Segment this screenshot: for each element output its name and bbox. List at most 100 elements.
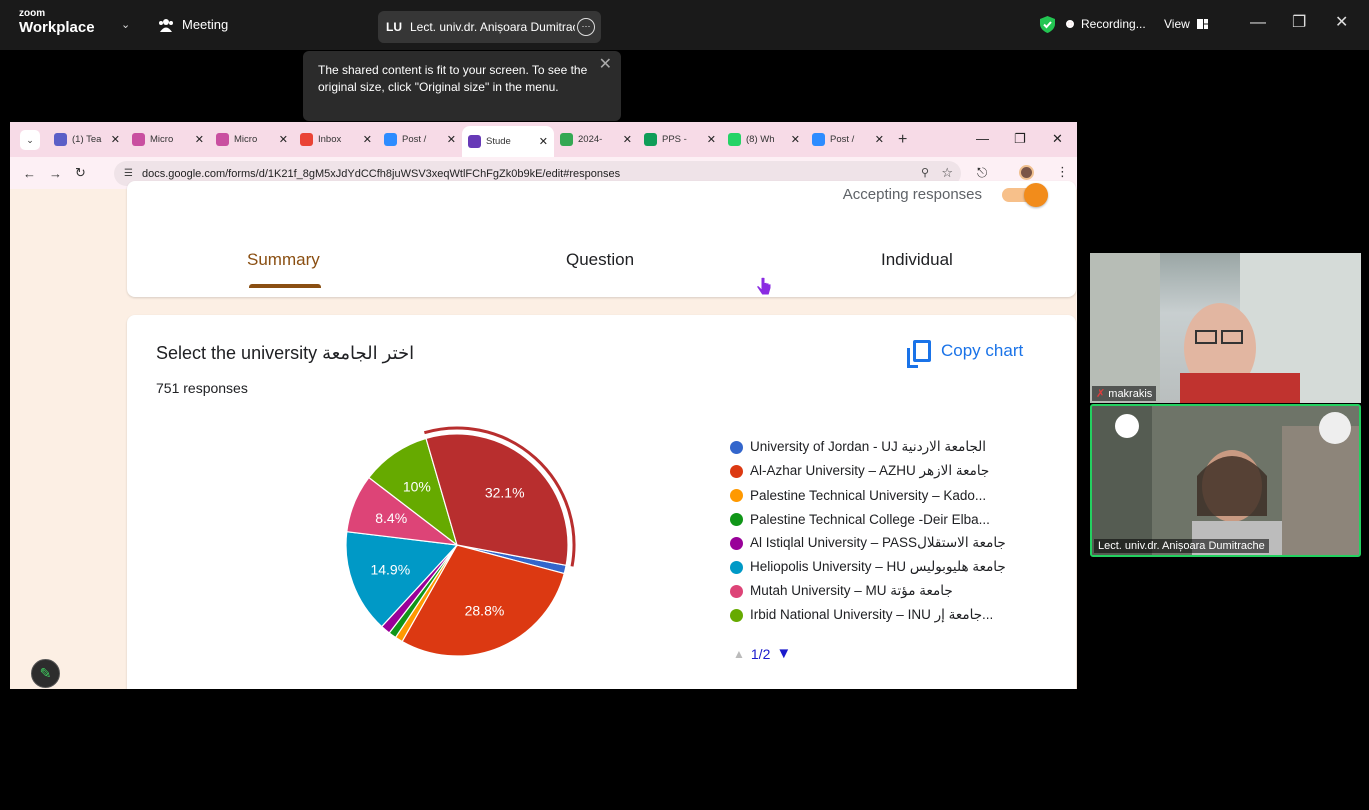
- forms-page: Accepting responses Summary Question Ind…: [10, 181, 1077, 689]
- browser-tab[interactable]: Micro ✕: [126, 122, 210, 157]
- browser-tab[interactable]: Post / ✕: [378, 122, 462, 157]
- pie-chart[interactable]: 28.8% 14.9% 8.4% 10% 32.1%: [327, 415, 587, 675]
- mouse-cursor-icon: [756, 277, 772, 296]
- tab-label: Post /: [830, 134, 855, 145]
- forward-icon[interactable]: →: [49, 166, 62, 181]
- legend-item[interactable]: Mutah University – MU جامعة مؤتة: [730, 579, 1006, 603]
- browser-minimize-icon[interactable]: —: [976, 131, 989, 146]
- browser-tab[interactable]: 2024- ✕: [554, 122, 638, 157]
- zoom-top-bar: zoom Workplace ⌄ Meeting LU Lect. univ.d…: [0, 0, 1369, 50]
- tab-summary[interactable]: Summary: [247, 250, 320, 270]
- view-label: View: [1164, 17, 1190, 31]
- copy-icon: [907, 340, 931, 368]
- shared-browser-window: ⌄ (1) Tea ✕ Micro ✕ Micro ✕ Inbox ✕ Post / ✕ Stude…: [10, 122, 1077, 689]
- participant-video-tile[interactable]: ✗ makrakis: [1090, 253, 1361, 403]
- browser-tab[interactable]: Micro ✕: [210, 122, 294, 157]
- legend-swatch: [730, 560, 743, 574]
- participant-video-feed: [1092, 406, 1359, 555]
- back-icon[interactable]: ←: [23, 166, 36, 181]
- meeting-button[interactable]: Meeting: [158, 17, 228, 32]
- restore-icon[interactable]: ❐: [1292, 15, 1306, 31]
- accepting-responses-label: Accepting responses: [842, 186, 982, 203]
- tooltip-close-icon[interactable]: ✕: [599, 56, 612, 73]
- tab-close-icon[interactable]: ✕: [539, 135, 548, 148]
- close-icon[interactable]: ✕: [1335, 15, 1348, 31]
- reload-icon[interactable]: ↻: [75, 165, 87, 181]
- responses-count: 751 responses: [156, 380, 248, 396]
- meeting-label: Meeting: [182, 17, 229, 32]
- browser-tab[interactable]: (1) Tea ✕: [48, 122, 126, 157]
- legend-item[interactable]: Irbid National University – INU جامعة إر…: [730, 603, 1006, 627]
- tab-close-icon[interactable]: ✕: [195, 133, 204, 146]
- bookmark-star-icon[interactable]: ☆: [941, 165, 953, 181]
- zoom-window: zoom Workplace ⌄ Meeting LU Lect. univ.d…: [0, 0, 1369, 810]
- copy-chart-label: Copy chart: [941, 341, 1024, 360]
- tab-close-icon[interactable]: ✕: [447, 133, 456, 146]
- zoom-lens-icon[interactable]: ⚲: [921, 166, 929, 179]
- copy-chart-button[interactable]: Copy chart: [907, 340, 1024, 368]
- tooltip-text: The shared content is fit to your screen…: [318, 63, 588, 94]
- chevron-down-icon[interactable]: ⌄: [121, 18, 130, 31]
- profile-avatar[interactable]: [1019, 165, 1034, 180]
- tab-close-icon[interactable]: ✕: [111, 133, 120, 146]
- pager-down-icon[interactable]: ▼: [776, 645, 791, 662]
- question-title: Select the university اختر الجامعة: [156, 343, 415, 363]
- legend-label: University of Jordan - UJ الجامعة الاردن…: [750, 439, 987, 454]
- tab-close-icon[interactable]: ✕: [707, 133, 716, 146]
- pager-up-icon[interactable]: ▲: [733, 647, 745, 661]
- legend-item[interactable]: Palestine Technical University – Kado...: [730, 483, 1006, 507]
- legend-item[interactable]: Palestine Technical College -Deir Elba..…: [730, 507, 1006, 531]
- tab-close-icon[interactable]: ✕: [791, 133, 800, 146]
- legend-item[interactable]: University of Jordan - UJ الجامعة الاردن…: [730, 435, 1006, 459]
- browser-tab[interactable]: PPS - ✕: [638, 122, 722, 157]
- active-tab-underline: [249, 284, 321, 288]
- tab-close-icon[interactable]: ✕: [279, 133, 288, 146]
- browser-restore-icon[interactable]: ❐: [1014, 131, 1026, 147]
- tab-favicon-icon: [560, 133, 573, 146]
- legend-item[interactable]: Heliopolis University – HU جامعة هليوبول…: [730, 555, 1006, 579]
- view-grid-icon: [1196, 19, 1208, 29]
- tab-close-icon[interactable]: ✕: [363, 133, 372, 146]
- participant-video-tile-active[interactable]: Lect. univ.dr. Anișoara Dumitrache: [1090, 404, 1361, 557]
- muted-mic-icon: ✗: [1096, 388, 1106, 400]
- legend-item[interactable]: Al-Azhar University – AZHU جامعة الازهر: [730, 459, 1006, 483]
- tab-label: Micro: [234, 134, 258, 145]
- tab-question[interactable]: Question: [566, 250, 634, 270]
- tab-individual[interactable]: Individual: [881, 250, 953, 270]
- browser-close-icon[interactable]: ✕: [1052, 131, 1063, 147]
- legend-label: Palestine Technical University – Kado...: [750, 487, 987, 503]
- browser-tab[interactable]: Stude ✕: [462, 126, 554, 157]
- browser-tab[interactable]: Inbox ✕: [294, 122, 378, 157]
- annotate-pen-icon[interactable]: ✎: [31, 659, 60, 688]
- share-fit-tooltip: The shared content is fit to your screen…: [303, 51, 621, 121]
- browser-tab[interactable]: (8) Wh ✕: [722, 122, 806, 157]
- encryption-shield-icon[interactable]: [1040, 16, 1055, 33]
- browser-tab[interactable]: Post / ✕: [806, 122, 890, 157]
- extensions-icon[interactable]: ⎋: [977, 165, 987, 181]
- tab-search-icon[interactable]: ⌄: [20, 129, 40, 150]
- minimize-icon[interactable]: —: [1250, 15, 1266, 31]
- accepting-responses-toggle[interactable]: [1002, 183, 1048, 207]
- legend-label: Al-Azhar University – AZHU جامعة الازهر: [750, 463, 990, 478]
- legend-pager: ▲ 1/2 ▼: [733, 645, 791, 662]
- participant-name-tag: Lect. univ.dr. Anișoara Dumitrache: [1094, 539, 1269, 553]
- recording-indicator[interactable]: Recording...: [1066, 17, 1146, 31]
- tab-close-icon[interactable]: ✕: [875, 133, 884, 146]
- recording-dot-icon: [1066, 20, 1074, 28]
- tab-close-icon[interactable]: ✕: [623, 133, 632, 146]
- view-button[interactable]: View: [1164, 17, 1208, 31]
- tab-label: Post /: [402, 134, 427, 145]
- active-speaker-pill[interactable]: LU Lect. univ.dr. Anișoara Dumitrache ··…: [378, 11, 601, 43]
- more-options-icon[interactable]: ···: [577, 18, 595, 36]
- legend-item[interactable]: Al Istiqlal University – PASSجامعة الاست…: [730, 531, 1006, 555]
- legend-swatch: [730, 536, 743, 550]
- responses-header-card: Accepting responses Summary Question Ind…: [127, 181, 1076, 297]
- tab-favicon-icon: [468, 135, 481, 148]
- site-info-icon[interactable]: ☰: [124, 168, 133, 179]
- new-tab-button[interactable]: +: [898, 131, 907, 149]
- toggle-knob: [1024, 183, 1048, 207]
- tab-favicon-icon: [300, 133, 313, 146]
- tab-favicon-icon: [384, 133, 397, 146]
- participant-name-tag: ✗ makrakis: [1092, 386, 1157, 401]
- browser-menu-icon[interactable]: ⋮: [1056, 164, 1069, 180]
